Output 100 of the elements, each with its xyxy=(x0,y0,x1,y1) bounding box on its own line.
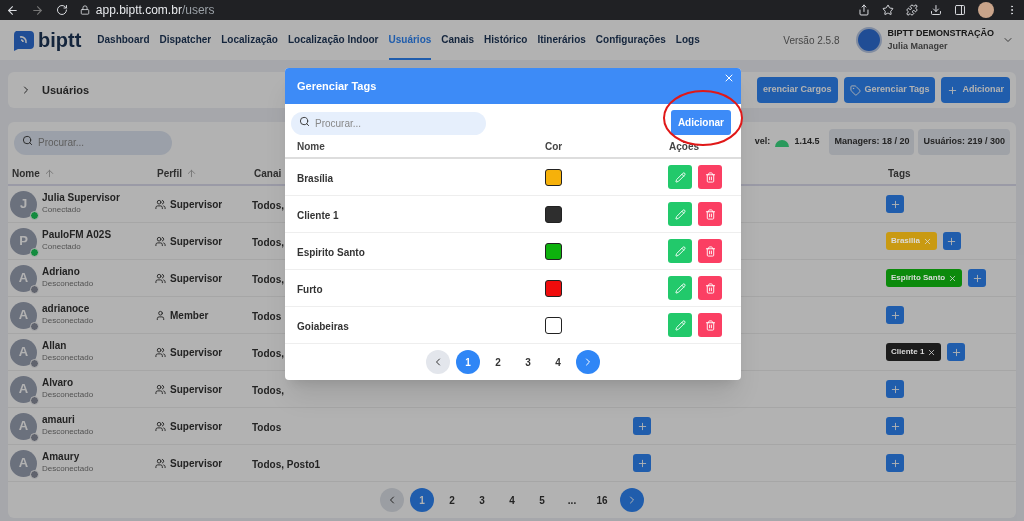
column-header[interactable]: Perfil xyxy=(157,165,182,181)
side-panel-icon[interactable] xyxy=(954,4,967,16)
column-header: Canai xyxy=(254,166,282,181)
share-icon[interactable] xyxy=(858,4,871,16)
android-icon xyxy=(774,137,791,147)
page-button[interactable]: 2 xyxy=(486,350,510,374)
add-tag-button[interactable] xyxy=(942,232,961,250)
add-tag-button[interactable] xyxy=(886,380,904,398)
next-page-button[interactable] xyxy=(576,350,600,374)
tag-name: Brasília xyxy=(297,173,334,184)
profile-text: Member xyxy=(170,308,209,323)
user-name: Amaury xyxy=(42,451,81,463)
edit-button[interactable] xyxy=(668,165,692,189)
channels-text: Todos, xyxy=(252,200,285,211)
user-name: Alvaro xyxy=(42,377,75,389)
nav-tab[interactable]: Logs xyxy=(675,20,700,60)
page-title: Usuários xyxy=(42,82,90,98)
user-name: amauri xyxy=(42,414,76,426)
plus-icon xyxy=(889,420,901,432)
page-button[interactable]: 3 xyxy=(470,488,494,512)
reload-icon[interactable] xyxy=(55,4,68,16)
pencil-icon xyxy=(674,171,686,183)
add-tag-button[interactable] xyxy=(886,195,904,213)
delete-button[interactable] xyxy=(698,276,722,300)
add-tag-button[interactable] xyxy=(886,417,904,435)
delete-button[interactable] xyxy=(698,202,722,226)
modal-title: Gerenciar Tags xyxy=(297,78,377,94)
pencil-icon xyxy=(674,208,686,220)
next-page-button[interactable] xyxy=(620,488,644,512)
page-button[interactable]: 5 xyxy=(530,488,554,512)
page-button[interactable]: 3 xyxy=(516,350,540,374)
page-button[interactable]: 2 xyxy=(440,488,464,512)
nav-tab[interactable]: Dispatcher xyxy=(159,20,212,60)
add-tag-button[interactable] xyxy=(886,454,904,472)
nav-tab[interactable]: Configurações xyxy=(595,20,666,60)
add-tag-button[interactable] xyxy=(947,343,966,361)
delete-button[interactable] xyxy=(698,239,722,263)
channels-text: Todos xyxy=(252,311,282,322)
edit-button[interactable] xyxy=(668,202,692,226)
account-avatar[interactable] xyxy=(855,27,882,53)
channels-text: Todos, xyxy=(252,237,285,248)
tag-chip: Cliente 1 xyxy=(886,343,942,361)
avatar: A xyxy=(10,301,37,329)
users-icon xyxy=(155,198,166,210)
logo-icon xyxy=(12,29,34,51)
tag-name: Goiabeiras xyxy=(297,321,349,332)
download-icon[interactable] xyxy=(930,4,943,16)
sort-arrow-icon[interactable] xyxy=(43,167,55,179)
column-header: Tags xyxy=(888,166,911,181)
tag-name: Espirito Santo xyxy=(297,247,365,258)
plus-icon xyxy=(971,272,983,284)
close-icon[interactable] xyxy=(723,72,735,84)
nav-tab[interactable]: Histórico xyxy=(484,20,528,60)
nav-tab[interactable]: Itinerários xyxy=(537,20,586,60)
tag-icon xyxy=(849,84,861,96)
page-button[interactable]: 1 xyxy=(456,350,480,374)
remove-tag-icon[interactable] xyxy=(927,347,937,357)
tag-search-field[interactable]: Procurar... xyxy=(291,112,486,135)
page-button[interactable]: ... xyxy=(560,488,584,512)
forward-icon[interactable] xyxy=(30,3,44,17)
add-tag-button[interactable] xyxy=(886,306,904,324)
channels-text: Todos, xyxy=(252,348,285,359)
user-status: Conectado xyxy=(42,204,82,216)
edit-button[interactable] xyxy=(668,239,692,263)
avatar: A xyxy=(10,449,37,477)
add-role-button[interactable] xyxy=(633,454,651,472)
page-button[interactable]: 4 xyxy=(546,350,570,374)
avatar: P xyxy=(10,227,37,255)
previous-page-button[interactable] xyxy=(426,350,450,374)
user-icon xyxy=(155,309,166,321)
plus-icon xyxy=(950,346,962,358)
extensions-icon[interactable] xyxy=(906,4,919,16)
delete-button[interactable] xyxy=(698,165,722,189)
sort-arrow-icon[interactable] xyxy=(186,167,197,179)
nav-tab[interactable]: Dashboard xyxy=(97,20,150,60)
app-version-value: 1.14.5 xyxy=(794,135,820,149)
add-role-button[interactable] xyxy=(633,417,651,435)
edit-button[interactable] xyxy=(668,276,692,300)
page-button[interactable]: 16 xyxy=(590,488,614,512)
search-field[interactable]: Procurar... xyxy=(14,130,172,155)
previous-page-button[interactable] xyxy=(380,488,404,512)
plus-icon xyxy=(889,309,901,321)
pencil-icon xyxy=(674,319,686,331)
bookmark-star-icon[interactable] xyxy=(882,4,895,16)
app-version-label: vel: xyxy=(754,135,771,149)
nav-tab[interactable]: Localização xyxy=(221,20,278,60)
profile-avatar[interactable] xyxy=(978,2,995,18)
plus-icon xyxy=(636,420,648,432)
add-tag-button[interactable] xyxy=(968,269,987,287)
edit-button[interactable] xyxy=(668,313,692,337)
plus-icon xyxy=(947,84,959,96)
back-icon[interactable] xyxy=(6,3,19,17)
nav-tab[interactable]: Localização Indoor xyxy=(287,20,379,60)
nav-tab[interactable]: Canais xyxy=(441,20,475,60)
column-header[interactable]: Nome xyxy=(12,165,40,181)
user-name: PauloFM A02S xyxy=(42,229,112,241)
channels-text: Todos, Posto1 xyxy=(252,459,321,470)
user-name: Adriano xyxy=(42,266,81,278)
page-button[interactable]: 4 xyxy=(500,488,524,512)
delete-button[interactable] xyxy=(698,313,722,337)
